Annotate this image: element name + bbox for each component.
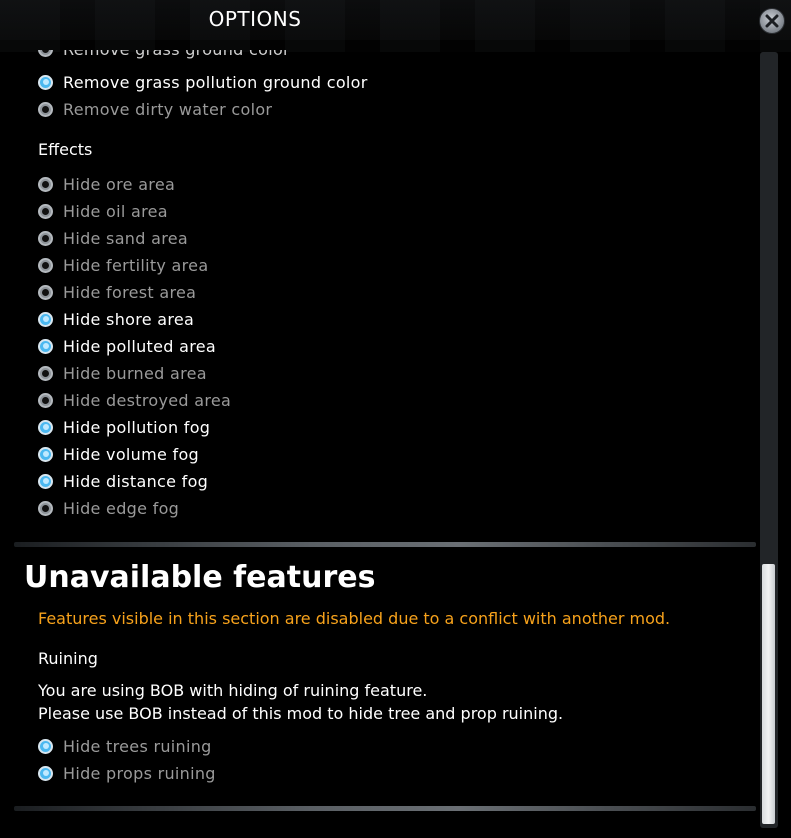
option-label: Remove dirty water color <box>63 99 273 119</box>
scrollbar-track[interactable] <box>760 52 778 828</box>
option-row[interactable]: Hide forest area <box>38 281 196 303</box>
radio-unchecked-icon[interactable] <box>38 176 53 192</box>
window-title: OPTIONS <box>208 7 302 31</box>
bottom-divider <box>14 806 756 811</box>
radio-checked-icon[interactable] <box>38 74 53 90</box>
option-row: Hide trees ruining <box>38 735 212 757</box>
option-row: Hide props ruining <box>38 762 216 784</box>
option-row[interactable]: Hide pollution fog <box>38 416 210 438</box>
close-icon <box>765 14 779 28</box>
window-titlebar: OPTIONS <box>0 0 791 52</box>
ruining-heading: Ruining <box>38 649 98 668</box>
option-row[interactable]: Hide volume fog <box>38 443 199 465</box>
radio-unchecked-icon[interactable] <box>38 257 53 273</box>
option-row[interactable]: Remove grass pollution ground color <box>38 71 368 93</box>
effects-heading: Effects <box>38 140 93 159</box>
option-label: Hide shore area <box>63 309 195 329</box>
radio-checked-icon <box>38 738 53 754</box>
option-label: Hide volume fog <box>63 444 199 464</box>
option-row[interactable]: Hide edge fog <box>38 497 179 519</box>
option-label: Hide ore area <box>63 174 176 194</box>
radio-unchecked-icon[interactable] <box>38 101 53 117</box>
ruining-message-line2: Please use BOB instead of this mod to hi… <box>38 704 564 723</box>
option-label: Hide forest area <box>63 282 197 302</box>
option-row[interactable]: Hide oil area <box>38 200 168 222</box>
close-button[interactable] <box>759 8 785 34</box>
radio-checked-icon[interactable] <box>38 419 53 435</box>
option-row[interactable]: Hide polluted area <box>38 335 216 357</box>
radio-unchecked-icon[interactable] <box>38 392 53 408</box>
ruining-message-line1: You are using BOB with hiding of ruining… <box>38 681 428 700</box>
radio-unchecked-icon[interactable] <box>38 365 53 381</box>
radio-unchecked-icon[interactable] <box>38 203 53 219</box>
scrollbar-thumb[interactable] <box>762 564 775 824</box>
section-divider <box>14 542 756 547</box>
radio-checked-icon[interactable] <box>38 446 53 462</box>
option-label: Hide pollution fog <box>63 417 211 437</box>
conflict-warning: Features visible in this section are dis… <box>38 609 671 628</box>
option-label: Hide polluted area <box>63 336 216 356</box>
radio-unchecked-icon[interactable] <box>38 284 53 300</box>
option-label: Hide burned area <box>63 363 207 383</box>
option-row[interactable]: Hide destroyed area <box>38 389 231 411</box>
radio-unchecked-icon[interactable] <box>38 230 53 246</box>
option-row[interactable]: Remove dirty water color <box>38 98 272 120</box>
option-label: Remove grass pollution ground color <box>63 72 368 92</box>
option-row[interactable]: Hide shore area <box>38 308 194 330</box>
option-label: Hide oil area <box>63 201 168 221</box>
option-label: Hide edge fog <box>63 498 180 518</box>
option-row[interactable]: Hide fertility area <box>38 254 208 276</box>
radio-unchecked-icon[interactable] <box>38 500 53 516</box>
options-panel: Remove grass ground color Remove grass p… <box>0 40 760 838</box>
option-label: Hide destroyed area <box>63 390 232 410</box>
option-row[interactable]: Hide sand area <box>38 227 188 249</box>
radio-checked-icon[interactable] <box>38 311 53 327</box>
option-label: Hide distance fog <box>63 471 209 491</box>
option-label: Hide trees ruining <box>63 736 212 756</box>
radio-checked-icon[interactable] <box>38 473 53 489</box>
unavailable-section-title: Unavailable features <box>24 560 376 595</box>
radio-checked-icon[interactable] <box>38 338 53 354</box>
option-label: Hide sand area <box>63 228 188 248</box>
option-row[interactable]: Hide burned area <box>38 362 207 384</box>
option-row[interactable]: Hide ore area <box>38 173 175 195</box>
radio-checked-icon <box>38 765 53 781</box>
cut-off-option-row: Remove grass ground color <box>38 50 438 62</box>
option-label: Hide fertility area <box>63 255 209 275</box>
option-row[interactable]: Hide distance fog <box>38 470 208 492</box>
option-label: Hide props ruining <box>63 763 216 783</box>
